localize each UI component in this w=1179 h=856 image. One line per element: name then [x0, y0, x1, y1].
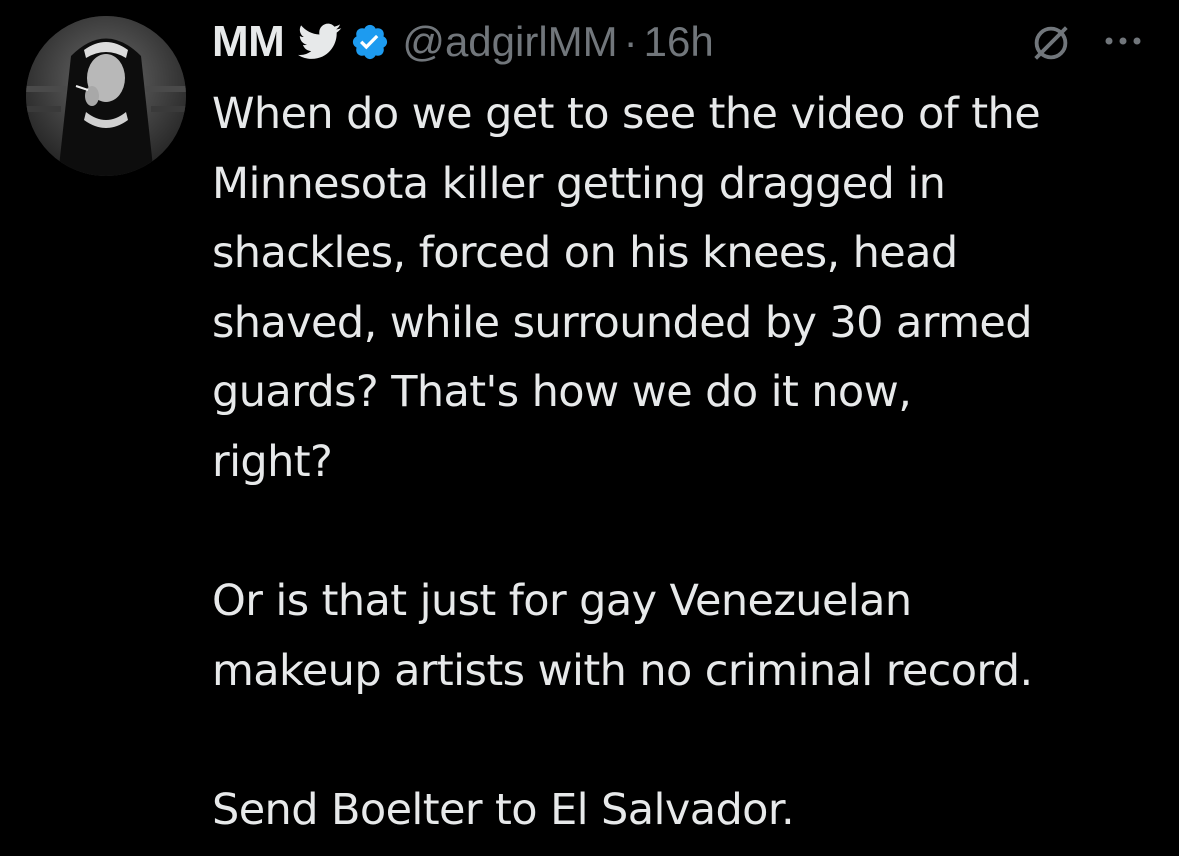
avatar[interactable] [26, 16, 186, 176]
tweet-line: Or is that just for gay Venezuelan [212, 576, 912, 627]
tweet-paragraph-3: Send Boelter to El Salvador. [212, 776, 1162, 846]
verified-badge-icon [350, 22, 390, 62]
tweet-header: MM @adgirlMM · 16h [212, 14, 1149, 70]
tweet-line: right? [212, 436, 333, 487]
tweet-line: Minnesota killer getting dragged in [212, 158, 946, 209]
grok-icon[interactable] [1028, 20, 1074, 66]
tweet-line: When do we get to see the video of the [212, 89, 1041, 139]
tweet: MM @adgirlMM · 16h When do we get to see… [0, 0, 1179, 856]
tweet-line: guards? That's how we do it now, [212, 367, 912, 418]
separator-dot: · [623, 18, 638, 65]
tweet-line: shackles, forced on his knees, head [212, 228, 958, 279]
display-name[interactable]: MM [212, 17, 285, 67]
tweet-line: Send Boelter to El Salvador. [212, 784, 795, 835]
tweet-line: shaved, while surrounded by 30 armed [212, 297, 1033, 348]
more-options-icon[interactable] [1100, 26, 1146, 56]
tweet-paragraph-2: Or is that just for gay Venezuelan makeu… [212, 567, 1162, 706]
tweet-line: makeup artists with no criminal record. [212, 645, 1033, 696]
tweet-text: When do we get to see the video of the M… [212, 80, 1162, 846]
timestamp[interactable]: 16h [644, 18, 714, 66]
user-handle[interactable]: @adgirlMM [402, 18, 617, 66]
tweet-paragraph-1: When do we get to see the video of the M… [212, 80, 1162, 498]
twitter-bird-icon [298, 23, 342, 61]
